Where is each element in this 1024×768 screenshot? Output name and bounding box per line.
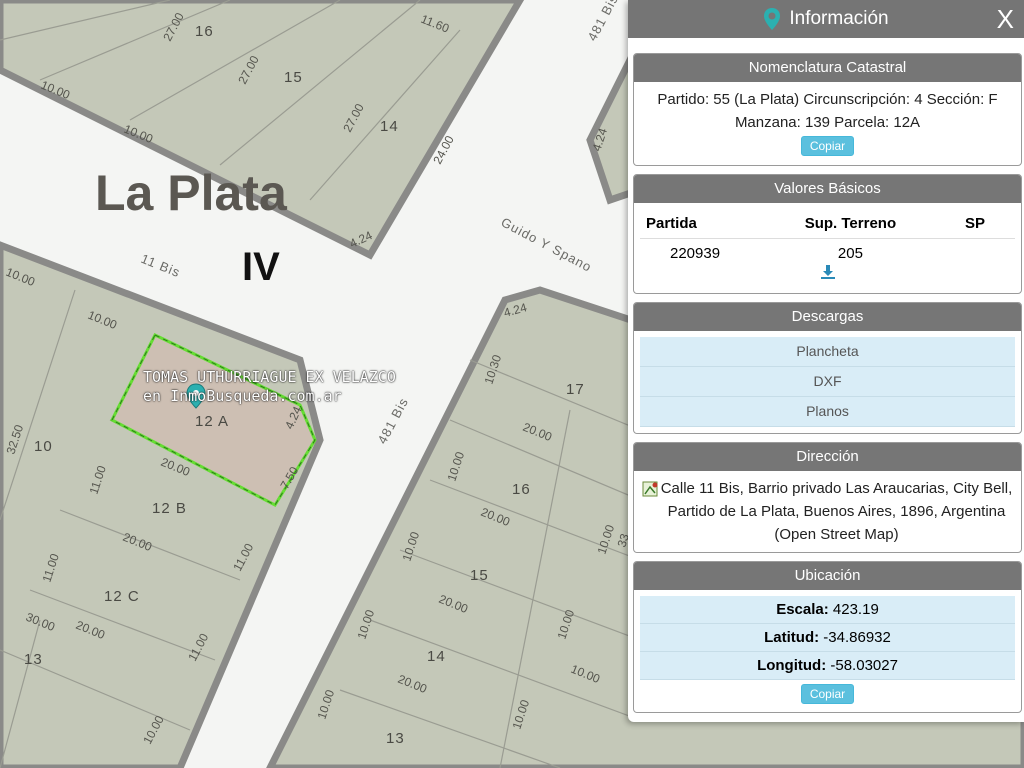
watermark-line: TOMAS UTHURRIAGUE EX VELAZCO — [143, 368, 396, 386]
download-icon[interactable] — [820, 264, 836, 280]
lot-number: 13 — [386, 730, 405, 747]
address-text: Calle 11 Bis, Barrio privado Las Araucar… — [660, 480, 1013, 543]
column-header: SP — [929, 209, 1015, 239]
table-cell: 220939 — [670, 245, 721, 262]
map-icon — [642, 481, 658, 497]
lot-number: 13 — [24, 651, 43, 668]
info-panel: Información X Nomenclatura Catastral Par… — [628, 0, 1024, 722]
column-header: Partida — [640, 209, 772, 239]
table-cell: 205 — [837, 245, 863, 262]
lot-number: 14 — [427, 648, 446, 665]
download-planos[interactable]: Planos — [640, 397, 1015, 427]
nomenclatura-line: Manzana: 139 Parcela: 12A — [734, 114, 921, 131]
section-title: Valores Básicos — [634, 175, 1021, 203]
copy-nomenclatura-button[interactable]: Copiar — [800, 136, 855, 156]
ubicacion-section: Ubicación Escala: 423.19 Latitud: -34.86… — [633, 561, 1022, 713]
panel-title: Información — [789, 8, 889, 29]
location-pin-icon — [764, 8, 781, 30]
lot-number: 10 — [34, 438, 53, 455]
map-section-label: IV — [242, 245, 280, 289]
valores-section: Valores Básicos Partida Sup. Terreno SP … — [633, 174, 1022, 294]
column-header: Sup. Terreno — [771, 209, 930, 239]
table-cell — [929, 239, 1015, 265]
latitud-value: -34.86932 — [823, 629, 891, 646]
lot-number: 17 — [566, 381, 585, 398]
descargas-section: Descargas Plancheta DXF Planos — [633, 302, 1022, 434]
section-title: Dirección — [634, 443, 1021, 471]
nomenclatura-line: Partido: 55 (La Plata) Circunscripción: … — [657, 91, 998, 108]
copy-ubicacion-button[interactable]: Copiar — [800, 684, 855, 704]
escala-row: Escala: 423.19 — [640, 596, 1015, 624]
lot-number: 12 A — [195, 413, 229, 430]
section-title: Nomenclatura Catastral — [634, 54, 1021, 82]
panel-header: Información X — [628, 0, 1024, 38]
lot-number: 12 B — [152, 500, 187, 517]
section-title: Descargas — [634, 303, 1021, 331]
escala-label: Escala: — [776, 601, 829, 618]
longitud-value: -58.03027 — [830, 657, 898, 674]
nomenclatura-section: Nomenclatura Catastral Partido: 55 (La P… — [633, 53, 1022, 166]
lot-number: 16 — [195, 23, 214, 40]
lot-number: 12 C — [104, 588, 140, 605]
latitud-label: Latitud: — [764, 629, 820, 646]
longitud-row: Longitud: -58.03027 — [640, 652, 1015, 680]
download-dxf[interactable]: DXF — [640, 367, 1015, 397]
direccion-section: Dirección Calle 11 Bis, Barrio privado L… — [633, 442, 1022, 553]
longitud-label: Longitud: — [757, 657, 827, 674]
watermark-text: TOMAS UTHURRIAGUE EX VELAZCO en InmoBusq… — [143, 368, 396, 406]
escala-value: 423.19 — [832, 601, 879, 618]
map-city-label: La Plata — [95, 165, 288, 221]
close-button[interactable]: X — [997, 4, 1014, 35]
lot-number: 16 — [512, 481, 531, 498]
lot-number: 15 — [470, 567, 489, 584]
lot-number: 14 — [380, 118, 399, 135]
download-plancheta[interactable]: Plancheta — [640, 337, 1015, 367]
latitud-row: Latitud: -34.86932 — [640, 624, 1015, 652]
valores-table: Partida Sup. Terreno SP 220939 205 — [640, 209, 1015, 264]
lot-number: 15 — [284, 69, 303, 86]
watermark-line: en InmoBusqueda.com.ar — [143, 387, 342, 405]
section-title: Ubicación — [634, 562, 1021, 590]
